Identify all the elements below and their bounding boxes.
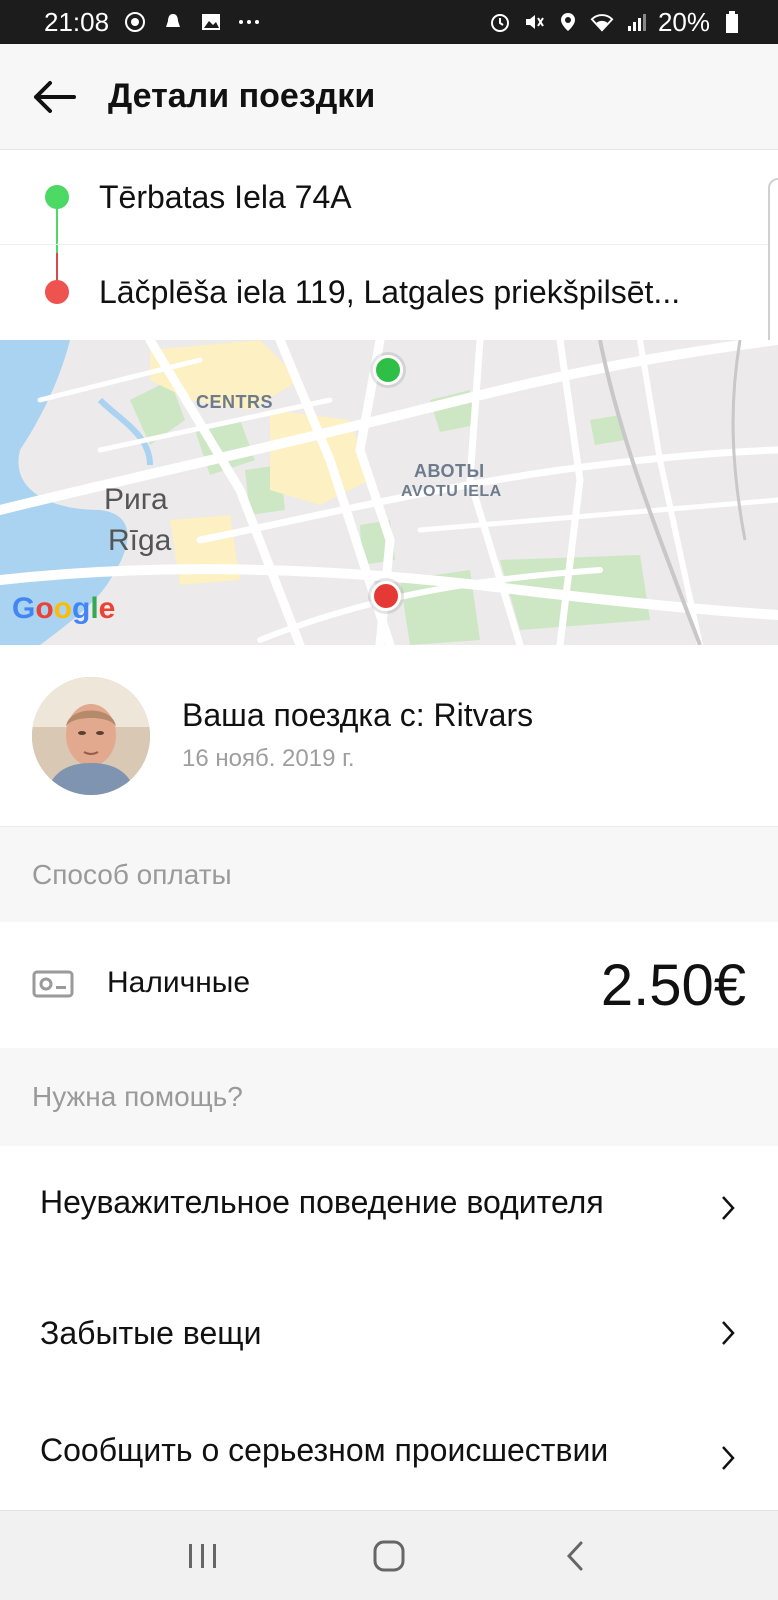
map-dropoff-pin-icon [371, 581, 401, 611]
map-label-centrs: CENTRS [196, 392, 274, 412]
app-header: Детали поездки [0, 44, 778, 150]
map-pickup-pin-icon [373, 355, 403, 385]
signal-icon [624, 10, 648, 34]
payment-row: Наличные 2.50€ [0, 922, 778, 1048]
help-item-label: Неуважительное поведение водителя [40, 1184, 604, 1220]
mute-icon [522, 10, 546, 34]
trip-map[interactable]: CENTRS АВОТЫ AVOTU IELA Рига Rīga Google [0, 340, 778, 645]
help-section-header: Нужна помощь? [0, 1048, 778, 1146]
help-item-label: Забытые вещи [40, 1315, 262, 1351]
more-icon [237, 10, 261, 34]
back-button[interactable] [24, 67, 84, 127]
status-time: 21:08 [44, 6, 110, 37]
cash-icon [32, 970, 74, 998]
dropoff-address: Lāčplēša iela 119, Latgales priekšpilsēt… [99, 274, 681, 310]
map-label-avotu-iela: AVOTU IELA [401, 483, 502, 500]
driver-trip-title: Ваша поездка с: Ritvars [182, 697, 534, 733]
help-item-label: Сообщить о серьезном происшествии [40, 1432, 609, 1468]
map-city-ru: Рига [104, 483, 168, 516]
page-title: Детали поездки [108, 77, 376, 115]
notification-icon [161, 10, 185, 34]
home-button[interactable] [359, 1526, 419, 1586]
chevron-right-icon [722, 1321, 735, 1345]
trip-date: 16 нояб. 2019 г. [182, 745, 355, 772]
map-city-lv: Rīga [108, 524, 172, 557]
map-label-avoty: АВОТЫ [414, 461, 485, 481]
chevron-right-icon [722, 1446, 735, 1470]
battery-percent: 20% [657, 6, 710, 37]
recent-apps-button[interactable] [173, 1526, 233, 1586]
help-item-report-incident[interactable]: Сообщить о серьезном происшествии [0, 1396, 778, 1510]
location-icon [556, 10, 580, 34]
payment-method: Наличные [107, 966, 251, 999]
driver-card: Ваша поездка с: Ritvars 16 нояб. 2019 г. [0, 645, 778, 827]
system-nav-bar [0, 1510, 778, 1600]
pickup-marker-icon [45, 185, 69, 209]
back-chevron-icon [566, 1541, 583, 1570]
arrow-left-icon [34, 80, 76, 113]
system-back-button[interactable] [545, 1526, 605, 1586]
route-panel: Tērbatas Iela 74A Lāčplēša iela 119, Lat… [0, 150, 778, 478]
driver-avatar [32, 677, 150, 795]
help-item-lost-items[interactable]: Забытые вещи [0, 1270, 778, 1396]
home-icon [373, 1540, 405, 1571]
dropoff-row[interactable]: Lāčplēša iela 119, Latgales priekšpilsēt… [0, 245, 778, 340]
alarm-icon [488, 10, 512, 34]
chrome-icon [123, 10, 147, 34]
trip-price: 2.50€ [600, 953, 746, 1018]
help-item-rude-driver[interactable]: Неуважительное поведение водителя [0, 1146, 778, 1270]
battery-icon [720, 10, 744, 34]
google-logo: Google [12, 592, 116, 625]
status-bar: 21:08 20% [0, 0, 778, 44]
dropoff-marker-icon [45, 280, 69, 304]
pickup-address: Tērbatas Iela 74A [99, 178, 352, 215]
recent-apps-icon [189, 1543, 216, 1568]
gallery-icon [199, 10, 223, 34]
payment-section-header: Способ оплаты [0, 827, 778, 922]
wifi-icon [590, 10, 614, 34]
chevron-right-icon [722, 1196, 735, 1220]
pickup-row[interactable]: Tērbatas Iela 74A [0, 150, 778, 245]
